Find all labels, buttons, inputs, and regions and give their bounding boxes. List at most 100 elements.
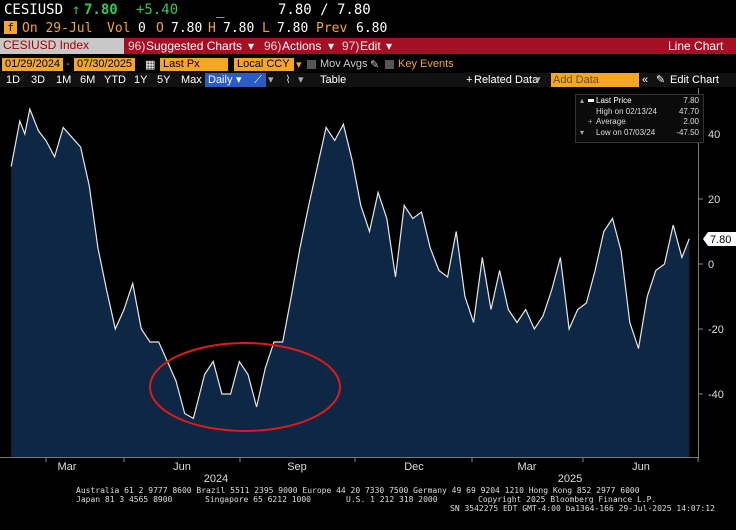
table-button[interactable]: Table (320, 73, 346, 87)
key-events-label[interactable]: Key Events (398, 58, 454, 70)
edit-menu[interactable]: Edit (360, 39, 381, 53)
y-tick-label: 40 (708, 129, 720, 141)
menu-bar: CESIUSD Index 96) Suggested Charts ▾ 96)… (0, 38, 736, 54)
ticker-symbol[interactable]: CESIUSD (4, 2, 63, 18)
high-value: 7.80 (223, 21, 255, 36)
actions-number: 96) (264, 39, 282, 53)
legend-low-label: Low on 07/03/24 (596, 128, 656, 137)
open-label: O (156, 21, 164, 36)
footer-us: U.S. 1 212 318 2000 (346, 495, 438, 504)
footer-singapore: Singapore 65 6212 1000 (205, 495, 311, 504)
high-label: H (208, 21, 216, 36)
calendar-icon[interactable]: ▦ (145, 58, 155, 71)
suggested-charts-menu[interactable]: Suggested Charts (146, 39, 242, 53)
related-dropdown-icon[interactable]: ▾ (535, 73, 541, 87)
currency-dropdown-icon[interactable]: ▾ (296, 58, 302, 71)
suggested-dropdown-icon[interactable]: ▾ (248, 39, 254, 53)
period-ytd[interactable]: YTD (104, 73, 126, 87)
low-value: 7.80 (277, 21, 309, 36)
function-icon[interactable]: f (4, 21, 17, 34)
edit-chart-icon[interactable]: ✎ (656, 73, 665, 87)
last-price: 7.80 (84, 2, 118, 18)
area-dropdown-icon[interactable]: ▾ (298, 73, 304, 87)
area-chart-icon[interactable]: ⌇ (280, 73, 296, 87)
end-date-input[interactable]: 07/30/2025 (74, 58, 136, 71)
low-label: L (262, 21, 270, 36)
up-arrow-icon: ↑ (72, 2, 81, 18)
price-chart[interactable]: -40 -20 0 20 40 Mar Jun Sep Dec Mar Jun 2024 2025 7… (0, 88, 736, 486)
open-value: 7.80 (171, 21, 203, 36)
date-separator: - (66, 58, 70, 70)
chart-type-label: Line Chart (668, 39, 724, 53)
currency-select[interactable]: Local CCY (234, 58, 294, 71)
y-tick-label: -20 (708, 324, 724, 336)
legend-avg-label: Average (596, 117, 626, 126)
period-3d[interactable]: 3D (31, 73, 45, 87)
legend-low: ▾ Low on 07/03/24 -47.50 (580, 128, 699, 137)
legend-high-value: 47.70 (678, 107, 699, 116)
ticker-row: CESIUSD ↑ 7.80 +5.40 _ 7.80 / 7.80 (0, 2, 736, 20)
vol-value: 0 (138, 21, 146, 36)
start-date-input[interactable]: 01/29/2024 (2, 58, 64, 71)
x-tick-label: Mar (518, 461, 537, 473)
y-tick-label: 20 (708, 194, 720, 206)
x-year-label: 2025 (558, 473, 582, 485)
key-events-checkbox[interactable] (385, 60, 394, 69)
mov-avgs-label[interactable]: Mov Avgs (320, 58, 368, 70)
x-year-label: 2024 (204, 473, 228, 485)
plus-icon[interactable]: + (466, 73, 472, 87)
legend-low-value: -47.50 (676, 128, 699, 137)
footer-phones-line1: Australia 61 2 9777 8600 Brazil 5511 239… (76, 486, 640, 495)
edit-chart-button[interactable]: Edit Chart (670, 73, 719, 87)
legend-average: + Average 2.00 (588, 117, 699, 126)
legend-avg-value: 2.00 (683, 117, 699, 126)
legend-high: High on 02/13/24 47.70 (576, 107, 703, 117)
legend-swatch-icon (588, 99, 594, 102)
frequency-dropdown-icon[interactable]: ▾ (236, 73, 242, 87)
last-value-tag: 7.80 (703, 232, 736, 246)
x-tick-label: Jun (173, 461, 191, 473)
period-1m[interactable]: 1M (56, 73, 71, 87)
y-tick-label: -40 (708, 389, 724, 401)
x-tick-label: Jun (632, 461, 650, 473)
actions-dropdown-icon[interactable]: ▾ (328, 39, 334, 53)
separator-dash: _ (216, 2, 225, 18)
legend-last-price: ▴ Last Price 7.80 (580, 96, 699, 105)
x-tick-label: Mar (58, 461, 77, 473)
y-tick-label: 0 (708, 259, 714, 271)
period-1d[interactable]: 1D (6, 73, 20, 87)
toolbar-row: 01/29/2024 - 07/30/2025 ▦ Last Px Local … (0, 58, 736, 72)
period-6m[interactable]: 6M (80, 73, 95, 87)
frequency-select[interactable]: Daily (205, 73, 251, 87)
footer-japan: Japan 81 3 4565 8900 (76, 495, 173, 504)
related-data-menu[interactable]: Related Data (474, 73, 538, 87)
period-max[interactable]: Max (181, 73, 202, 87)
edit-number: 97) (342, 39, 360, 53)
y-ticks: -40 -20 0 20 40 (698, 129, 724, 401)
period-5y[interactable]: 5Y (157, 73, 170, 87)
line-chart-icon[interactable]: ⟋ (250, 73, 266, 87)
legend-last-label: Last Price (596, 96, 632, 105)
legend-last-value: 7.80 (683, 96, 699, 105)
bid-ask: 7.80 / 7.80 (278, 2, 371, 18)
footer-session: SN 3542275 EDT GMT-4:00 ba1364-166 29-Ju… (450, 504, 715, 513)
period-row: 1D 3D 1M 6M YTD 1Y 5Y Max Daily ▾ ⟋ ▾ ⌇ … (0, 73, 736, 87)
field-select[interactable]: Last Px (160, 58, 228, 71)
chart-style-dropdown-icon[interactable]: ▾ (268, 73, 274, 87)
actions-menu[interactable]: Actions (282, 39, 321, 53)
period-1y[interactable]: 1Y (134, 73, 147, 87)
mov-avgs-checkbox[interactable] (307, 60, 316, 69)
suggested-charts-number: 96) (128, 39, 146, 53)
chart-legend[interactable]: ▴ Last Price 7.80 High on 02/13/24 47.70… (575, 94, 704, 143)
x-ticks: Mar Jun Sep Dec Mar Jun 2024 2025 (45, 457, 699, 485)
security-field[interactable]: CESIUSD Index (0, 38, 124, 54)
net-change: +5.40 (136, 2, 179, 18)
pencil-icon[interactable]: ✎ (370, 58, 379, 71)
collapse-icon[interactable]: « (642, 73, 648, 87)
add-data-input[interactable]: Add Data (551, 73, 639, 87)
prev-value: 6.80 (356, 21, 388, 36)
vol-label: Vol (107, 21, 131, 36)
last-value-label: 7.80 (710, 234, 731, 246)
edit-dropdown-icon[interactable]: ▾ (386, 39, 392, 53)
footer-copyright: Copyright 2025 Bloomberg Finance L.P. (478, 495, 657, 504)
